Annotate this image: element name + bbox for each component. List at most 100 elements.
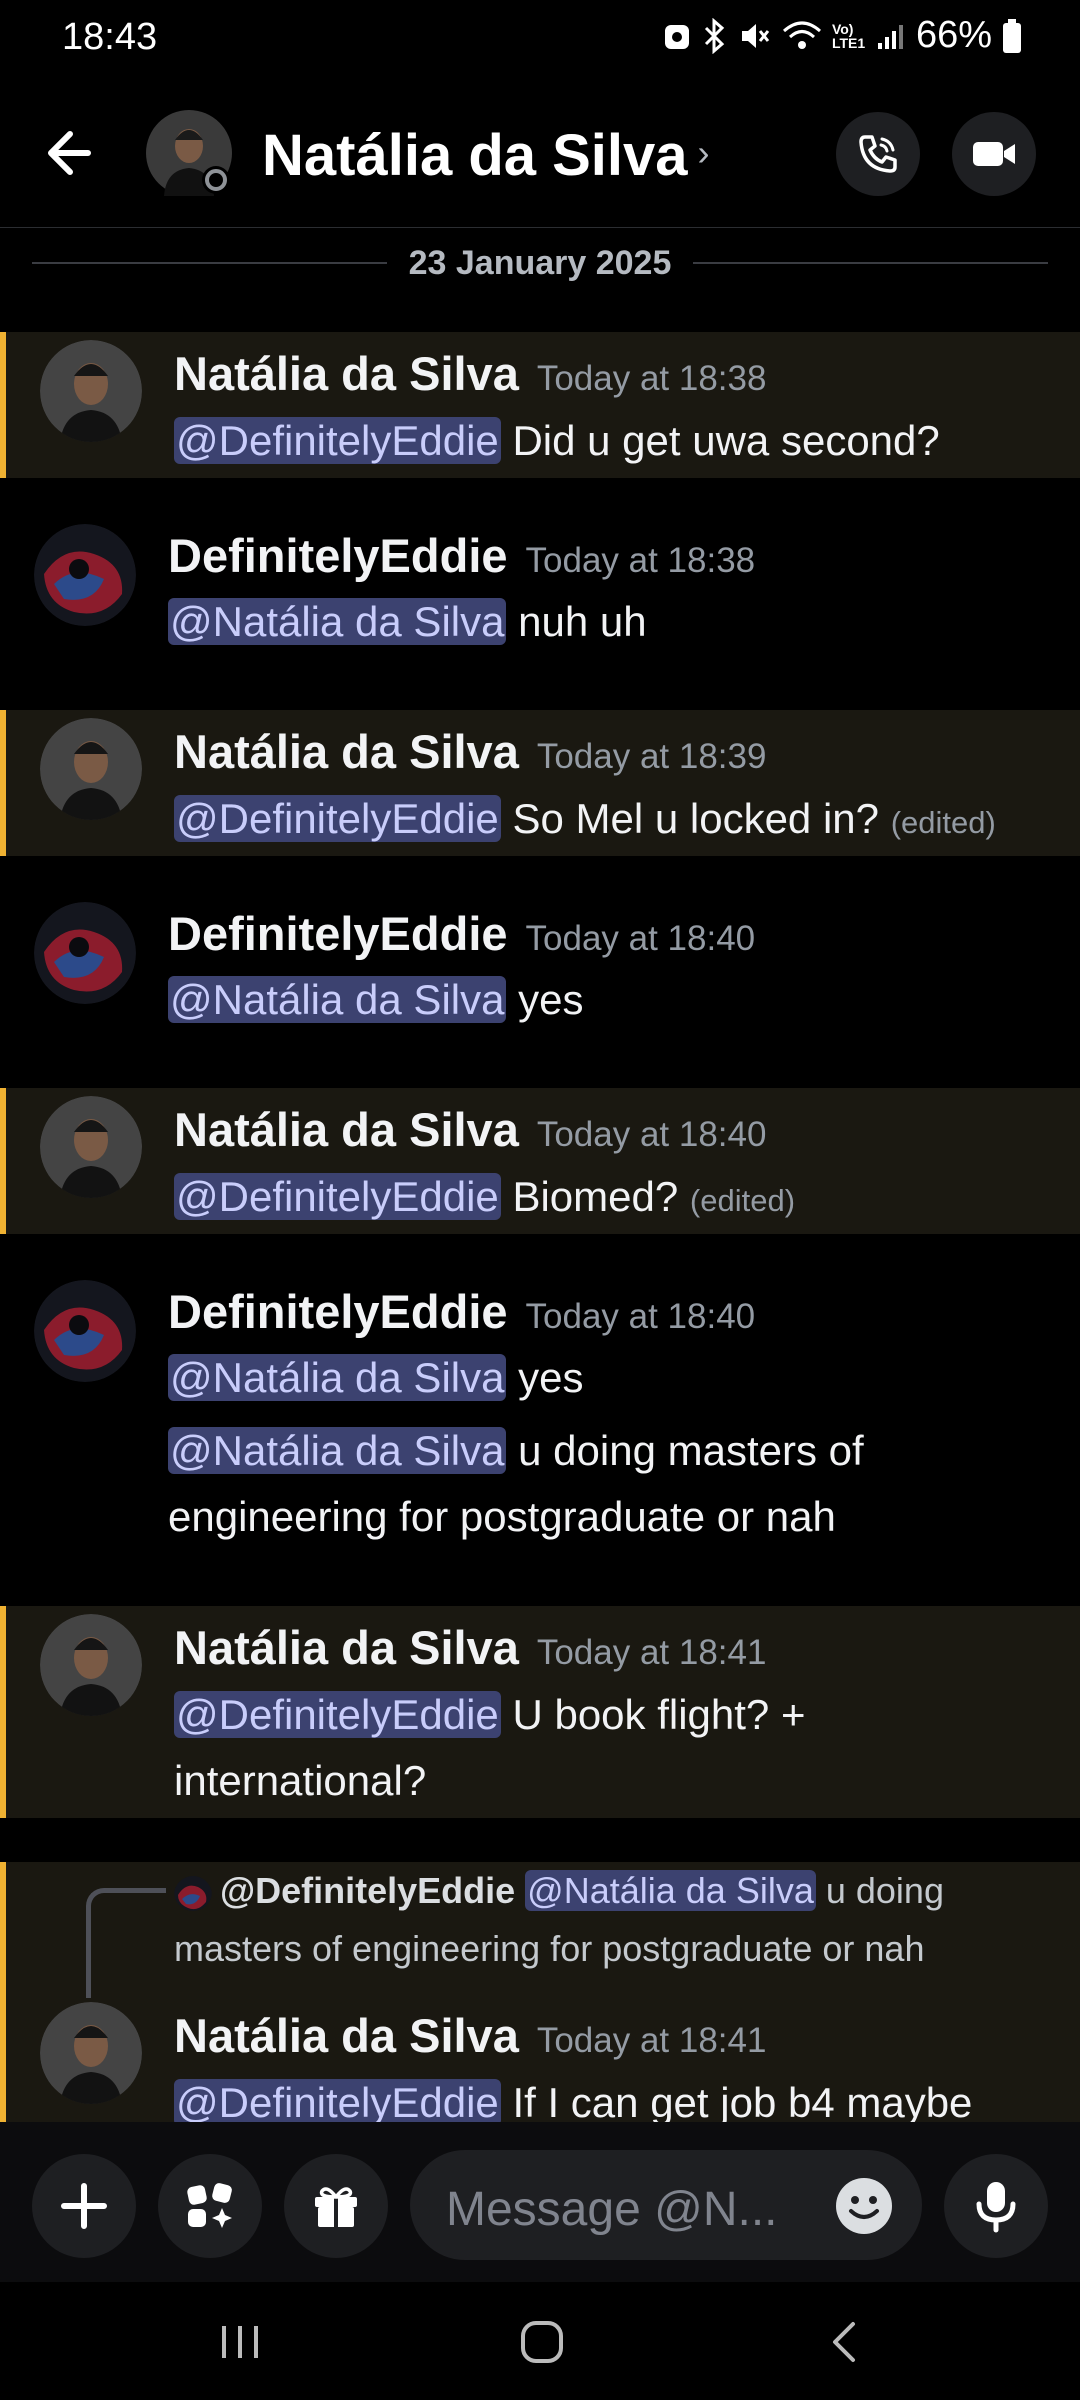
user-mention[interactable]: @Natália da Silva — [525, 1870, 816, 1911]
message-text: nuh uh — [506, 598, 647, 645]
bluetooth-icon — [704, 17, 725, 54]
message-text: Biomed? — [500, 1173, 679, 1220]
message-content: @DefinitelyEddie Did u get uwa second? — [174, 408, 1054, 474]
user-mention[interactable]: @DefinitelyEddie — [174, 417, 501, 464]
voice-message-button[interactable] — [944, 2154, 1048, 2258]
reply-avatar — [174, 1873, 212, 1911]
video-call-button[interactable] — [952, 112, 1036, 196]
message-text: So Mel u locked in? — [500, 795, 880, 842]
chevron-right-icon: › — [697, 132, 710, 173]
message-text: If I can get job b4 maybe — [500, 2079, 973, 2122]
plus-icon — [61, 2183, 107, 2229]
user-mention[interactable]: @DefinitelyEddie — [174, 1173, 501, 1220]
timestamp: Today at 18:39 — [536, 737, 767, 776]
microphone-icon — [976, 2182, 1016, 2233]
message[interactable]: Natália da Silva Today at 18:39 @Definite… — [0, 710, 1080, 856]
phone-icon — [859, 135, 897, 173]
user-mention[interactable]: @DefinitelyEddie — [174, 2079, 501, 2122]
author-name[interactable]: DefinitelyEddie — [168, 529, 508, 582]
message-header: Natália da Silva Today at 18:41 — [174, 2008, 766, 2063]
wifi-icon — [782, 21, 821, 49]
user-mention[interactable]: @Natália da Silva — [168, 598, 507, 645]
message[interactable]: Natália da Silva Today at 18:38 @Definite… — [0, 332, 1080, 478]
message-header: Natália da Silva Today at 18:38 — [174, 346, 766, 401]
message-header: Natália da Silva Today at 18:41 — [174, 1620, 766, 1675]
message-header: DefinitelyEddie Today at 18:40 — [168, 906, 755, 961]
battery-icon — [1003, 18, 1021, 53]
user-mention[interactable]: @Natália da Silva — [168, 1427, 507, 1474]
recent-apps-button[interactable] — [210, 2312, 270, 2372]
timestamp: Today at 18:41 — [536, 2021, 767, 2060]
message-content: @Natália da Silva yes — [168, 967, 1048, 1033]
signal-icon — [877, 24, 903, 49]
add-attachment-button[interactable] — [32, 2154, 136, 2258]
avatar[interactable] — [34, 524, 136, 626]
back-button[interactable] — [36, 118, 112, 188]
date-divider: 23 January 2025 — [32, 240, 1049, 286]
header-avatar[interactable] — [146, 110, 232, 196]
emoji-icon[interactable] — [834, 2176, 894, 2236]
message[interactable]: DefinitelyEddie Today at 18:38 @Natália d… — [0, 510, 1080, 660]
home-icon — [521, 2321, 563, 2363]
edited-label: (edited) — [890, 805, 996, 840]
avatar[interactable] — [40, 1096, 142, 1198]
user-mention[interactable]: @DefinitelyEddie — [174, 1691, 501, 1738]
video-camera-icon — [973, 142, 1015, 166]
author-name[interactable]: Natália da Silva — [174, 725, 519, 778]
apps-button[interactable] — [158, 2154, 262, 2258]
message-content: @Natália da Silva yes — [168, 1345, 1048, 1411]
message[interactable]: Natália da Silva Today at 18:40 @Definite… — [0, 1088, 1080, 1234]
message-content: @DefinitelyEddie So Mel u locked in? (ed… — [174, 786, 1054, 856]
message[interactable]: @DefinitelyEddie @Natália da Silva u doi… — [0, 1862, 1080, 2122]
conversation-title[interactable]: Natália da Silva › — [262, 122, 710, 189]
header-divider — [0, 227, 1080, 228]
author-name[interactable]: Natália da Silva — [174, 1103, 519, 1156]
apps-icon — [187, 2183, 232, 2228]
message-text: yes — [506, 976, 584, 1023]
timestamp: Today at 18:40 — [525, 1297, 756, 1336]
avatar[interactable] — [40, 718, 142, 820]
message[interactable]: Natália da Silva Today at 18:41 @Definite… — [0, 1606, 1080, 1818]
message-list[interactable]: Natália da Silva Today at 18:38 @Definite… — [0, 300, 1080, 2122]
message-header: DefinitelyEddie Today at 18:40 — [168, 1284, 755, 1339]
timestamp: Today at 18:40 — [525, 919, 756, 958]
voice-call-button[interactable] — [836, 112, 920, 196]
system-back-button[interactable] — [815, 2312, 875, 2372]
chat-header: Natália da Silva › — [0, 78, 1080, 228]
gift-button[interactable] — [284, 2154, 388, 2258]
avatar[interactable] — [40, 340, 142, 442]
author-name[interactable]: DefinitelyEddie — [168, 907, 508, 960]
status-icons: Vo) LTE1 66% — [662, 14, 1022, 57]
date-text: 23 January 2025 — [408, 243, 672, 282]
message[interactable]: DefinitelyEddie Today at 18:40 @Natália d… — [0, 1266, 1080, 1566]
timestamp: Today at 18:40 — [536, 1115, 767, 1154]
avatar[interactable] — [40, 1614, 142, 1716]
recent-apps-icon — [222, 2326, 258, 2358]
message-content: @Natália da Silva u doing masters of eng… — [168, 1418, 1048, 1550]
status-bar: 18:43 Vo) LTE1 66% — [0, 0, 1080, 78]
message-input-placeholder: Message @N... — [446, 2183, 778, 2236]
author-name[interactable]: DefinitelyEddie — [168, 1285, 508, 1338]
message-content: @DefinitelyEddie If I can get job b4 may… — [174, 2070, 1054, 2122]
notification-icon — [664, 24, 689, 49]
author-name[interactable]: Natália da Silva — [174, 2009, 519, 2062]
user-mention[interactable]: @Natália da Silva — [168, 976, 507, 1023]
avatar[interactable] — [34, 1280, 136, 1382]
user-mention[interactable]: @Natália da Silva — [168, 1354, 507, 1401]
message-input[interactable]: Message @N... — [410, 2150, 922, 2260]
message-composer: Message @N... — [0, 2122, 1080, 2282]
gift-icon — [315, 2187, 357, 2227]
status-time: 18:43 — [62, 16, 158, 58]
message-text: yes — [506, 1354, 584, 1401]
avatar[interactable] — [34, 902, 136, 1004]
message-header: DefinitelyEddie Today at 18:38 — [168, 528, 755, 583]
user-mention[interactable]: @DefinitelyEddie — [174, 795, 501, 842]
battery-percent: 66% — [915, 14, 992, 56]
avatar[interactable] — [40, 2002, 142, 2104]
home-button[interactable] — [512, 2312, 572, 2372]
reply-author: @DefinitelyEddie — [220, 1870, 516, 1911]
message[interactable]: DefinitelyEddie Today at 18:40 @Natália d… — [0, 888, 1080, 1038]
reply-preview[interactable]: @DefinitelyEddie @Natália da Silva u doi… — [174, 1862, 1054, 1978]
author-name[interactable]: Natália da Silva — [174, 1621, 519, 1674]
author-name[interactable]: Natália da Silva — [174, 347, 519, 400]
